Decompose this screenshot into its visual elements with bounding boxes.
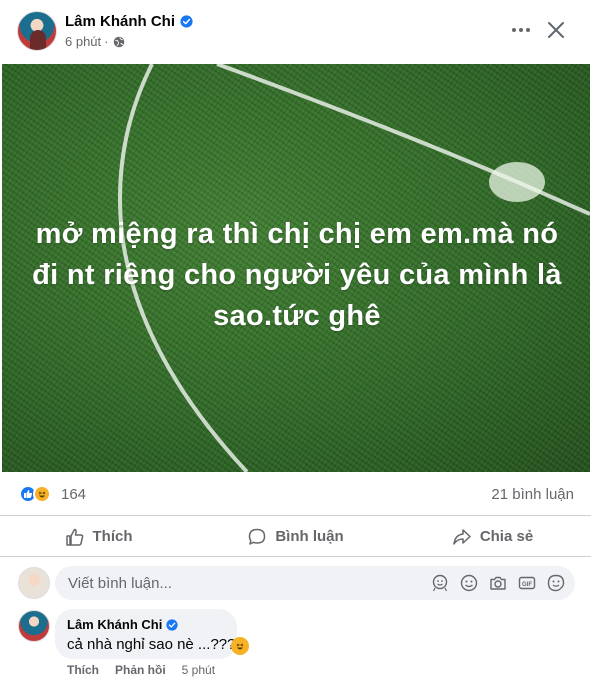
comment-button[interactable]: Bình luận <box>197 517 394 556</box>
laughing-emoji-icon <box>231 637 249 655</box>
comment-icon <box>249 528 266 545</box>
image-caption-text: mở miệng ra thì chị chị em em.mà nó đi n… <box>32 218 562 332</box>
camera-button[interactable] <box>489 574 507 592</box>
close-button[interactable] <box>540 14 572 46</box>
comment-actions: Thích Phản hồi 5 phút <box>67 663 215 677</box>
comment-author-row: Lâm Khánh Chi <box>67 617 178 632</box>
gif-icon: GIF <box>518 576 536 590</box>
laughing-face-icon <box>236 643 244 650</box>
verified-badge-icon <box>180 15 193 28</box>
comment-reply-button[interactable]: Phản hồi <box>115 663 166 677</box>
sticker-button[interactable] <box>547 574 565 592</box>
like-icon <box>65 528 83 546</box>
comment-tools: GIF <box>431 574 565 592</box>
more-horizontal-icon <box>512 28 530 32</box>
globe-icon[interactable] <box>113 36 125 48</box>
verified-badge-icon <box>166 618 178 631</box>
gif-button[interactable]: GIF <box>518 574 536 592</box>
like-label: Thích <box>92 528 133 545</box>
post-time[interactable]: 6 phút <box>65 34 101 49</box>
camera-icon <box>490 576 506 590</box>
comments-count-link[interactable]: 21 bình luận <box>491 486 574 503</box>
comment-label: Bình luận <box>275 528 344 545</box>
share-button[interactable]: Chia sẻ <box>394 517 591 556</box>
emoji-button[interactable] <box>460 574 478 592</box>
author-name-row: Lâm Khánh Chi <box>65 13 193 30</box>
reaction-count[interactable]: 164 <box>61 486 86 503</box>
reactions-bar: 164 21 bình luận <box>0 472 591 516</box>
svg-text:GIF: GIF <box>522 582 532 588</box>
sticker-icon <box>547 574 565 592</box>
more-options-button[interactable] <box>503 14 539 46</box>
comment-text: cả nhà nghỉ sao nè ...??? <box>67 636 236 653</box>
post-header: Lâm Khánh Chi 6 phút · <box>0 0 591 64</box>
avatar-sticker-button[interactable] <box>431 574 449 592</box>
post-card: Lâm Khánh Chi 6 phút · mở miệng ra thì c… <box>0 0 591 691</box>
comment-time[interactable]: 5 phút <box>182 663 215 677</box>
current-user-avatar[interactable] <box>18 567 50 599</box>
comment-input-placeholder: Viết bình luận... <box>68 575 172 592</box>
author-avatar[interactable] <box>17 11 57 51</box>
avatar-sticker-icon <box>432 574 448 592</box>
author-name[interactable]: Lâm Khánh Chi <box>65 13 175 30</box>
post-image[interactable]: mở miệng ra thì chị chị em em.mà nó đi n… <box>2 64 590 472</box>
laughing-face-icon <box>38 491 46 498</box>
share-label: Chia sẻ <box>479 528 534 545</box>
comment-input[interactable]: Viết bình luận... GIF <box>55 566 575 600</box>
like-button[interactable]: Thích <box>0 517 197 556</box>
thumb-icon <box>24 490 33 498</box>
comment-bubble: Lâm Khánh Chi cả nhà nghỉ sao nè ...??? <box>55 609 237 659</box>
close-icon <box>548 22 564 38</box>
haha-reaction-icon <box>33 485 51 503</box>
post-actions: Thích Bình luận Chia sẻ <box>0 517 591 557</box>
reaction-icons[interactable] <box>19 485 51 503</box>
comment-like-button[interactable]: Thích <box>67 663 99 677</box>
post-meta: 6 phút · <box>65 34 125 49</box>
emoji-icon <box>460 574 478 592</box>
meta-dot: · <box>104 34 109 49</box>
share-icon <box>453 528 471 545</box>
comment-author-avatar[interactable] <box>18 610 50 642</box>
comment-author-name[interactable]: Lâm Khánh Chi <box>67 617 162 632</box>
